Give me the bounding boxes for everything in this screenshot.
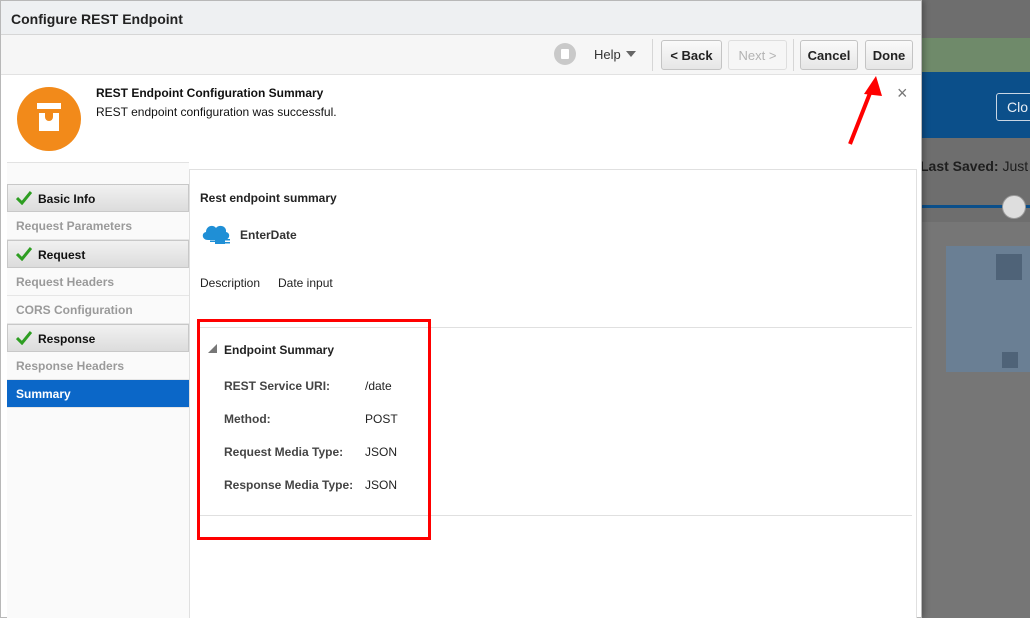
confirmation-icon-hat	[37, 103, 61, 109]
chevron-down-icon[interactable]	[626, 51, 636, 57]
last-saved-label: Last Saved:	[920, 158, 999, 174]
background-close-button: Clo	[996, 93, 1030, 121]
step-label: Response	[38, 332, 96, 346]
confirmation-icon-figure	[39, 113, 59, 131]
checkmark-icon	[16, 247, 32, 261]
cloud-plug-icon	[202, 225, 230, 244]
step-request-headers[interactable]: Request Headers	[7, 268, 189, 296]
toolbar-divider	[652, 39, 653, 71]
confirmation-message: REST Endpoint Configuration Summary REST…	[1, 75, 921, 161]
background-square	[1002, 352, 1018, 368]
back-button[interactable]: < Back	[661, 40, 722, 70]
done-button[interactable]: Done	[865, 40, 913, 70]
step-label: Request	[38, 248, 86, 262]
help-icon[interactable]	[554, 43, 576, 65]
endpoint-name: EnterDate	[240, 228, 297, 242]
step-label: CORS Configuration	[16, 303, 133, 317]
step-label: Summary	[16, 387, 71, 401]
arrow-up-icon	[848, 76, 882, 145]
step-cors-configuration[interactable]: CORS Configuration	[7, 296, 189, 324]
message-text: REST endpoint configuration was successf…	[96, 105, 337, 119]
next-button[interactable]: Next >	[728, 40, 787, 70]
summary-heading: Rest endpoint summary	[200, 191, 337, 205]
help-menu[interactable]: Help	[594, 47, 621, 62]
dialog-toolbar: Help < Back Next > Cancel Done	[1, 35, 921, 75]
background-square	[996, 254, 1022, 280]
background-app: Clo Last Saved: Just n	[920, 0, 1030, 618]
close-icon[interactable]: ×	[897, 83, 908, 104]
step-label: Request Parameters	[16, 219, 133, 233]
step-response-headers[interactable]: Response Headers	[7, 352, 189, 380]
step-label: Request Headers	[16, 275, 115, 289]
description-value: Date input	[278, 276, 333, 290]
background-slider-knob	[1002, 195, 1026, 219]
highlight-box-annotation	[197, 319, 431, 540]
cancel-button[interactable]: Cancel	[800, 40, 858, 70]
step-summary[interactable]: Summary	[7, 380, 189, 408]
step-basic-info[interactable]: Basic Info	[7, 184, 189, 212]
step-request-parameters[interactable]: Request Parameters	[7, 212, 189, 240]
checkmark-icon	[16, 191, 32, 205]
configure-rest-endpoint-dialog: Configure REST Endpoint Help < Back Next…	[0, 0, 922, 618]
description-label: Description	[200, 276, 261, 290]
step-label: Basic Info	[38, 192, 96, 206]
steps-sidebar: Basic Info Request Parameters Request Re…	[7, 162, 189, 618]
toolbar-divider	[793, 39, 794, 71]
step-label: Response Headers	[16, 359, 125, 373]
background-last-saved: Last Saved: Just n	[920, 158, 1030, 174]
step-request[interactable]: Request	[7, 240, 189, 268]
last-saved-value: Just n	[1002, 158, 1030, 174]
checkmark-icon	[16, 331, 32, 345]
message-title: REST Endpoint Configuration Summary	[96, 86, 324, 100]
step-response[interactable]: Response	[7, 324, 189, 352]
background-status-bar	[920, 38, 1030, 72]
dialog-title: Configure REST Endpoint	[1, 1, 921, 35]
